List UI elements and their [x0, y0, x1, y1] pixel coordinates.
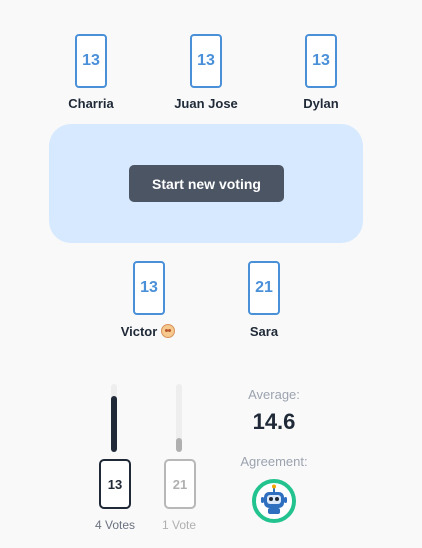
player-name-victor: Victor: [88, 324, 208, 339]
player-card-value: 21: [255, 279, 273, 296]
vote-bar-fill-21: [176, 438, 182, 452]
result-card-value: 13: [107, 476, 123, 492]
average-value: 14.6: [252, 409, 296, 434]
vote-bar-21: [176, 384, 182, 452]
average-label: Average:: [248, 387, 300, 402]
result-card-value: 21: [172, 476, 188, 492]
player-card-value: 13: [197, 52, 215, 69]
player-card-value: 13: [312, 52, 330, 69]
player-card-victor: 13: [133, 261, 165, 315]
player-card-value: 13: [140, 279, 158, 296]
result-card-21: 21: [164, 459, 196, 509]
vote-bar-fill-13: [111, 396, 117, 452]
player-card-charria: 13: [75, 34, 107, 88]
player-card-juan-jose: 13: [190, 34, 222, 88]
result-card-13: 13: [99, 459, 131, 509]
start-new-voting-button[interactable]: Start new voting: [129, 165, 284, 202]
player-card-dylan: 13: [305, 34, 337, 88]
votes-count-13: 4 Votes: [94, 518, 136, 532]
agreement-ring: [252, 479, 296, 523]
player-name-juan-jose: Juan Jose: [174, 96, 238, 111]
player-name-charria: Charria: [68, 96, 114, 111]
player-name-sara: Sara: [249, 324, 279, 339]
votes-count-21: 1 Vote: [161, 518, 197, 532]
player-name-label: Victor: [120, 324, 158, 339]
hot-face-emoji-icon: [161, 324, 176, 338]
player-name-dylan: Dylan: [303, 96, 339, 111]
player-card-value: 13: [82, 52, 100, 69]
vote-bar-13: [111, 384, 117, 452]
player-card-sara: 21: [248, 261, 280, 315]
agreement-label: Agreement:: [240, 454, 308, 469]
